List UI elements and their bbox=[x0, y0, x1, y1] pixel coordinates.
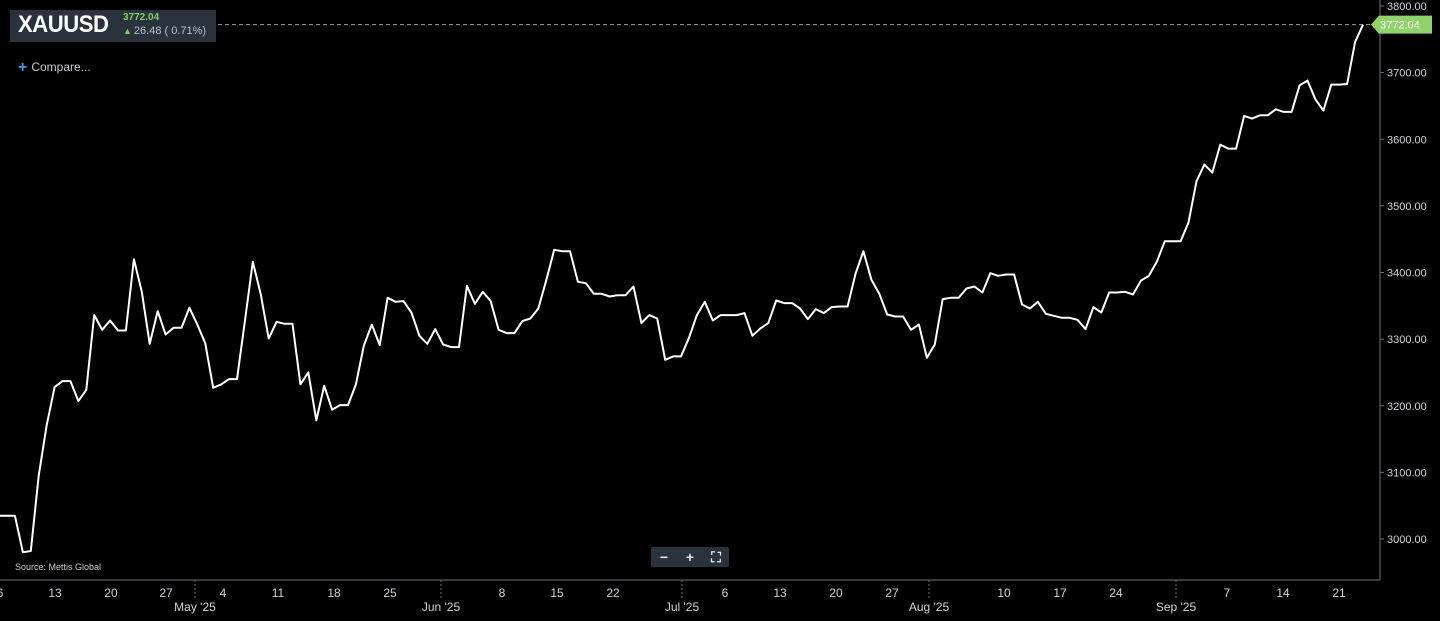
x-day-tick-label: 21 bbox=[1332, 586, 1346, 600]
fullscreen-icon[interactable]: ⛶ bbox=[706, 547, 726, 567]
symbol-change: ▲ 26.48 ( 0.71%) bbox=[123, 25, 206, 37]
x-day-tick-label: 25 bbox=[383, 586, 397, 600]
y-tick-label: 3600.00 bbox=[1387, 134, 1427, 146]
y-tick-label: 3400.00 bbox=[1387, 268, 1427, 280]
x-day-tick-label: 27 bbox=[885, 586, 899, 600]
x-day-tick-label: 8 bbox=[499, 586, 506, 600]
x-day-tick-label: 18 bbox=[327, 586, 341, 600]
x-day-tick-label: 6 bbox=[722, 586, 729, 600]
x-day-tick-label: 22 bbox=[606, 586, 620, 600]
x-day-tick-label: 17 bbox=[1053, 586, 1067, 600]
compare-button[interactable]: + Compare... bbox=[18, 59, 91, 77]
x-day-tick-label: 20 bbox=[829, 586, 843, 600]
x-day-tick-label: 11 bbox=[272, 586, 285, 600]
x-month-tick-label: Sep '25 bbox=[1156, 600, 1197, 614]
x-day-tick-label: 13 bbox=[48, 586, 62, 600]
symbol-change-value: 26.48 ( 0.71%) bbox=[133, 25, 207, 37]
x-axis: 6 13 20 27 4 11 18 25 8 15 22 6 13 20 27 10 17 24 7 14 21 May… bbox=[0, 579, 1380, 614]
y-tick-label: 3200.00 bbox=[1387, 401, 1427, 413]
zoom-controls: − + ⛶ bbox=[651, 547, 729, 567]
up-arrow-icon: ▲ bbox=[123, 26, 132, 36]
y-axis: 3800.00 3700.00 3600.00 3500.00 3400.00 3300.… bbox=[1379, 0, 1427, 580]
source-label: Source: Mettis Global bbox=[15, 562, 102, 572]
x-month-tick-label: Jun '25 bbox=[422, 600, 461, 614]
compare-label: Compare... bbox=[31, 60, 91, 74]
last-price-tag-label: 3772.04 bbox=[1380, 20, 1420, 32]
zoom-out-icon[interactable]: − bbox=[654, 547, 674, 567]
x-day-tick-label: 7 bbox=[1224, 586, 1231, 600]
last-price-tag: 3772.04 bbox=[1371, 15, 1432, 34]
y-tick-label: 3300.00 bbox=[1387, 334, 1427, 346]
x-day-tick-label: 24 bbox=[1109, 586, 1123, 600]
y-tick-label: 3700.00 bbox=[1387, 68, 1427, 80]
symbol-price: 3772.04 bbox=[123, 12, 160, 23]
x-month-tick-label: Jul '25 bbox=[665, 600, 700, 614]
x-day-tick-label: 20 bbox=[104, 586, 118, 600]
series-line-xauusd bbox=[0, 24, 1364, 554]
y-tick-label: 3000.00 bbox=[1387, 534, 1427, 546]
x-month-tick-label: May '25 bbox=[174, 600, 216, 614]
plus-icon: + bbox=[18, 59, 28, 76]
x-day-tick-label: 14 bbox=[1276, 586, 1290, 600]
x-day-tick-label: 13 bbox=[773, 586, 787, 600]
x-month-tick-label: Aug '25 bbox=[909, 600, 950, 614]
y-tick-label: 3100.00 bbox=[1387, 467, 1427, 479]
price-chart[interactable]: 6 13 20 27 4 11 18 25 8 15 22 6 13 20 27 10 17 24 7 14 21 May… bbox=[0, 0, 1440, 621]
symbol-name: XAUUSD bbox=[18, 11, 109, 38]
x-day-tick-label: 10 bbox=[997, 586, 1011, 600]
y-tick-label: 3500.00 bbox=[1387, 201, 1427, 213]
x-day-tick-label: 15 bbox=[550, 586, 564, 600]
y-tick-label: 3800.00 bbox=[1387, 1, 1427, 13]
x-day-tick-label: 27 bbox=[159, 586, 173, 600]
x-day-tick-label: 4 bbox=[220, 586, 227, 600]
symbol-panel: XAUUSD 3772.04 ▲ 26.48 ( 0.71%) bbox=[10, 10, 216, 42]
x-day-tick-label: 6 bbox=[0, 586, 4, 600]
zoom-in-icon[interactable]: + bbox=[680, 547, 700, 567]
